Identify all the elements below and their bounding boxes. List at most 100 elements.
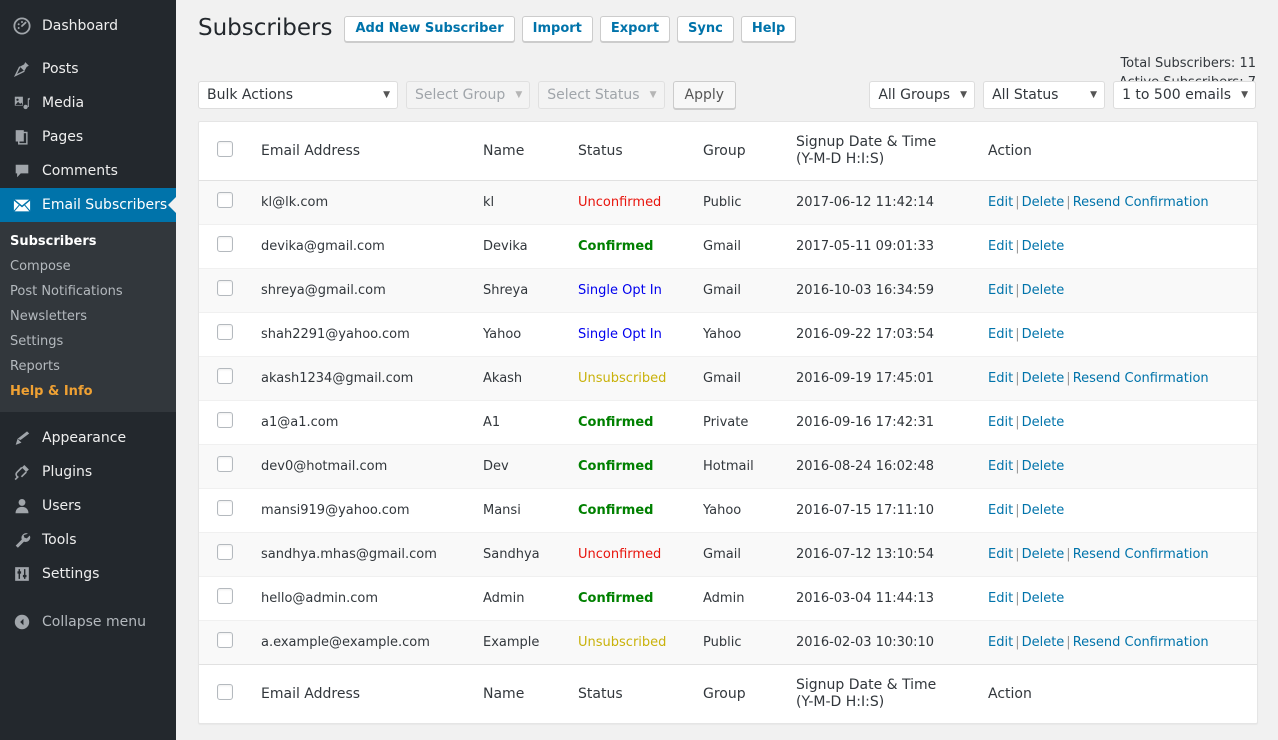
row-checkbox[interactable] xyxy=(217,236,233,252)
edit-link[interactable]: Edit xyxy=(988,371,1013,386)
edit-link[interactable]: Edit xyxy=(988,283,1013,298)
row-checkbox[interactable] xyxy=(217,632,233,648)
edit-link[interactable]: Edit xyxy=(988,327,1013,342)
sidebar-item-email-subscribers[interactable]: Email Subscribers xyxy=(0,188,176,222)
edit-link[interactable]: Edit xyxy=(988,635,1013,650)
delete-link[interactable]: Delete xyxy=(1022,503,1065,518)
help-button[interactable]: Help xyxy=(740,15,797,42)
delete-link[interactable]: Delete xyxy=(1022,591,1065,606)
delete-link[interactable]: Delete xyxy=(1022,371,1065,386)
submenu-item-post-notifications[interactable]: Post Notifications xyxy=(0,279,176,304)
main-content: Subscribers Add New Subscriber Import Ex… xyxy=(176,0,1278,740)
row-checkbox[interactable] xyxy=(217,412,233,428)
edit-link[interactable]: Edit xyxy=(988,195,1013,210)
pin-icon xyxy=(10,59,34,79)
apply-button[interactable]: Apply xyxy=(672,81,737,109)
edit-link[interactable]: Edit xyxy=(988,547,1013,562)
delete-link[interactable]: Delete xyxy=(1022,547,1065,562)
row-name-text: Example xyxy=(483,634,540,650)
row-group: Hotmail xyxy=(693,444,786,489)
submenu-item-subscribers[interactable]: Subscribers xyxy=(0,229,176,254)
sidebar-item-dashboard[interactable]: Dashboard xyxy=(0,9,176,43)
select-status-select[interactable]: Select Status ▼ xyxy=(538,81,665,109)
table-header-row: Email Address Name Status Group Signup D… xyxy=(199,122,1257,181)
all-groups-select[interactable]: All Groups ▼ xyxy=(869,81,976,109)
sidebar-item-plugins[interactable]: Plugins xyxy=(0,455,176,489)
bulk-actions-select[interactable]: Bulk Actions ▼ xyxy=(198,81,398,109)
sync-button[interactable]: Sync xyxy=(677,15,734,42)
row-email: kl@lk.com xyxy=(251,181,473,225)
add-new-subscriber-button[interactable]: Add New Subscriber xyxy=(344,15,515,42)
row-status: Confirmed xyxy=(568,224,693,269)
all-status-select[interactable]: All Status ▼ xyxy=(983,81,1106,109)
column-footer-email[interactable]: Email Address xyxy=(251,665,473,724)
row-select-cell xyxy=(199,312,251,357)
sidebar-item-posts[interactable]: Posts xyxy=(0,52,176,86)
row-checkbox[interactable] xyxy=(217,500,233,516)
sidebar-item-tools[interactable]: Tools xyxy=(0,523,176,557)
edit-link[interactable]: Edit xyxy=(988,415,1013,430)
emails-per-page-select[interactable]: 1 to 500 emails ▼ xyxy=(1113,81,1256,109)
submenu-item-settings[interactable]: Settings xyxy=(0,329,176,354)
row-status-text: Unconfirmed xyxy=(578,546,662,562)
row-name: Admin xyxy=(473,576,568,621)
row-group-text: Yahoo xyxy=(703,326,742,342)
column-footer-status[interactable]: Status xyxy=(568,665,693,724)
resend-confirmation-link[interactable]: Resend Confirmation xyxy=(1073,195,1209,210)
sidebar-item-media[interactable]: Media xyxy=(0,86,176,120)
column-header-group[interactable]: Group xyxy=(693,122,786,181)
sidebar-item-appearance[interactable]: Appearance xyxy=(0,421,176,455)
select-all-checkbox-footer[interactable] xyxy=(217,683,233,700)
select-group-select[interactable]: Select Group ▼ xyxy=(406,81,531,109)
submenu-item-newsletters[interactable]: Newsletters xyxy=(0,304,176,329)
row-checkbox[interactable] xyxy=(217,588,233,604)
column-header-email[interactable]: Email Address xyxy=(251,122,473,181)
row-checkbox[interactable] xyxy=(217,192,233,208)
delete-link[interactable]: Delete xyxy=(1022,283,1065,298)
column-header-status[interactable]: Status xyxy=(568,122,693,181)
edit-link[interactable]: Edit xyxy=(988,591,1013,606)
row-checkbox[interactable] xyxy=(217,368,233,384)
row-checkbox[interactable] xyxy=(217,544,233,560)
column-header-name[interactable]: Name xyxy=(473,122,568,181)
submenu-item-reports[interactable]: Reports xyxy=(0,354,176,379)
column-footer-name[interactable]: Name xyxy=(473,665,568,724)
row-select-cell xyxy=(199,532,251,577)
row-name: Devika xyxy=(473,224,568,269)
submenu-item-compose[interactable]: Compose xyxy=(0,254,176,279)
import-button[interactable]: Import xyxy=(521,15,593,42)
delete-link[interactable]: Delete xyxy=(1022,195,1065,210)
resend-confirmation-link[interactable]: Resend Confirmation xyxy=(1073,371,1209,386)
select-all-checkbox[interactable] xyxy=(217,140,233,157)
admin-sidebar: Dashboard Posts Media Pages Comments Ema… xyxy=(0,0,176,740)
column-footer-date[interactable]: Signup Date & Time (Y-M-D H:I:S) xyxy=(786,665,978,724)
row-checkbox[interactable] xyxy=(217,456,233,472)
row-date-text: 2016-07-12 13:10:54 xyxy=(796,546,935,562)
delete-link[interactable]: Delete xyxy=(1022,415,1065,430)
delete-link[interactable]: Delete xyxy=(1022,327,1065,342)
collapse-menu-button[interactable]: Collapse menu xyxy=(0,605,176,639)
row-checkbox[interactable] xyxy=(217,280,233,296)
column-header-date[interactable]: Signup Date & Time (Y-M-D H:I:S) xyxy=(786,122,978,181)
resend-confirmation-link[interactable]: Resend Confirmation xyxy=(1073,635,1209,650)
row-email-text: shah2291@yahoo.com xyxy=(261,326,410,342)
row-select-cell xyxy=(199,576,251,621)
sidebar-item-comments[interactable]: Comments xyxy=(0,154,176,188)
edit-link[interactable]: Edit xyxy=(988,503,1013,518)
column-footer-group[interactable]: Group xyxy=(693,665,786,724)
row-checkbox[interactable] xyxy=(217,324,233,340)
sidebar-item-users[interactable]: Users xyxy=(0,489,176,523)
submenu-item-help-and-info[interactable]: Help & Info xyxy=(0,379,176,404)
export-button[interactable]: Export xyxy=(599,15,671,42)
delete-link[interactable]: Delete xyxy=(1022,459,1065,474)
edit-link[interactable]: Edit xyxy=(988,239,1013,254)
delete-link[interactable]: Delete xyxy=(1022,239,1065,254)
resend-confirmation-link[interactable]: Resend Confirmation xyxy=(1073,547,1209,562)
delete-link[interactable]: Delete xyxy=(1022,635,1065,650)
sidebar-gap-2 xyxy=(0,412,176,421)
row-select-cell xyxy=(199,268,251,313)
sidebar-item-pages[interactable]: Pages xyxy=(0,120,176,154)
edit-link[interactable]: Edit xyxy=(988,459,1013,474)
sidebar-item-settings[interactable]: Settings xyxy=(0,557,176,591)
sidebar-item-label: Pages xyxy=(42,129,84,145)
